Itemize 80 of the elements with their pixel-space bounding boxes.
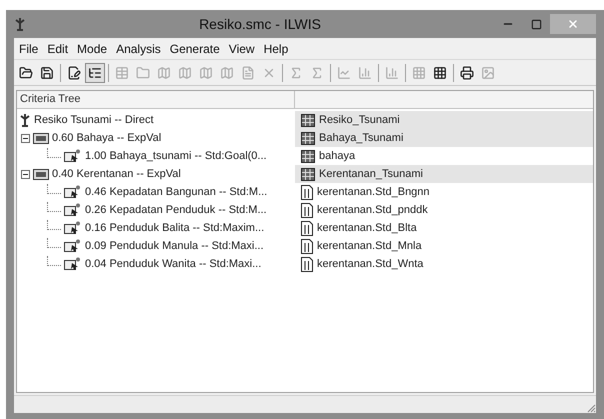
folder-icon	[136, 66, 150, 80]
tree-node-label[interactable]: 0.26 Kepadatan Penduduk -- Std:M...	[85, 202, 267, 218]
folder-icon	[33, 132, 49, 144]
map-arrow-icon	[64, 185, 82, 199]
raster-map-icon	[301, 168, 315, 180]
document-icon	[241, 66, 255, 80]
image-icon	[481, 66, 495, 80]
map-icon	[199, 66, 213, 80]
output-name: Kerentanan_Tsunami	[319, 166, 423, 182]
output-name: kerentanan.Std_Mnla	[317, 238, 422, 254]
grid-icon	[412, 66, 426, 80]
close-button[interactable]	[550, 14, 596, 34]
bar-chart-icon	[358, 66, 372, 80]
sum-icon	[310, 66, 324, 80]
maximize-icon	[530, 18, 542, 30]
map-arrow-icon	[64, 257, 82, 271]
output-name: Resiko_Tsunami	[319, 112, 400, 128]
menu-item[interactable]: Generate	[166, 40, 223, 58]
close-icon	[567, 18, 579, 30]
tree-icon	[88, 66, 102, 80]
grid-icon	[433, 66, 447, 80]
resize-grip-icon	[586, 403, 596, 413]
map-icon	[220, 66, 234, 80]
tree-node-label[interactable]: 0.04 Penduduk Wanita -- Std:Maxi...	[85, 256, 262, 272]
collapse-toggle[interactable]	[21, 170, 30, 178]
printer-icon	[460, 66, 474, 80]
tree-connector	[47, 238, 61, 248]
sum-icon	[289, 66, 303, 80]
output-name: bahaya	[319, 148, 356, 164]
table-column-icon	[301, 220, 313, 236]
map-arrow-icon	[64, 149, 82, 163]
output-name: kerentanan.Std_Wnta	[317, 256, 424, 272]
table-column-icon	[301, 202, 313, 218]
toolbar-button[interactable]	[85, 62, 105, 82]
save-icon	[40, 66, 54, 80]
output-name: kerentanan.Std_Bngnn	[317, 184, 430, 200]
map-arrow-icon	[64, 221, 82, 235]
open-folder-icon	[19, 66, 33, 80]
output-name: Bahaya_Tsunami	[319, 130, 404, 146]
table-column-icon	[301, 256, 313, 272]
raster-map-icon	[301, 150, 315, 162]
table-icon	[115, 66, 129, 80]
tree-node-label[interactable]: 1.00 Bahaya_tsunami -- Std:Goal(0...	[85, 148, 267, 164]
column-header[interactable]: Criteria Tree	[17, 91, 295, 109]
tree-connector	[47, 220, 61, 230]
raster-map-icon	[301, 132, 315, 144]
menu-item[interactable]: Mode	[74, 40, 110, 58]
collapse-toggle[interactable]	[21, 134, 30, 142]
output-name: kerentanan.Std_pnddk	[317, 202, 428, 218]
bar-chart-icon	[385, 66, 399, 80]
tree-connector	[47, 184, 61, 194]
table-column-icon	[301, 184, 313, 200]
tree-root-icon	[19, 113, 31, 127]
line-chart-icon	[337, 66, 351, 80]
menu-item[interactable]: Edit	[44, 40, 72, 58]
map-arrow-icon	[64, 203, 82, 217]
menu-item[interactable]: Help	[260, 40, 292, 58]
map-icon	[178, 66, 192, 80]
map-arrow-icon	[64, 239, 82, 253]
menu-item[interactable]: File	[16, 40, 42, 58]
raster-map-icon	[301, 114, 315, 126]
tree-node-label[interactable]: 0.40 Kerentanan -- ExpVal	[52, 166, 181, 182]
edit-form-icon	[67, 66, 81, 80]
menu-item[interactable]: Analysis	[113, 40, 164, 58]
tree-connector	[47, 148, 61, 158]
tree-connector	[47, 256, 61, 266]
output-name: kerentanan.Std_Blta	[317, 220, 417, 236]
tree-node-label[interactable]: Resiko Tsunami -- Direct	[34, 112, 154, 128]
table-column-icon	[301, 238, 313, 254]
menu-item[interactable]: View	[226, 40, 258, 58]
window-title: Resiko.smc - ILWIS	[198, 14, 322, 34]
folder-icon	[33, 168, 49, 180]
app-logo-icon	[14, 17, 26, 31]
tree-node-label[interactable]: 0.46 Kepadatan Bangunan -- Std:M...	[85, 184, 268, 200]
tree-node-label[interactable]: 0.09 Penduduk Manula -- Std:Maxi...	[85, 238, 264, 254]
tree-node-label[interactable]: 0.16 Penduduk Balita -- Std:Maxim...	[85, 220, 264, 236]
map-icon	[157, 66, 171, 80]
tree-connector	[47, 202, 61, 212]
tree-node-label[interactable]: 0.60 Bahaya -- ExpVal	[52, 130, 162, 146]
column-header[interactable]	[295, 91, 593, 109]
